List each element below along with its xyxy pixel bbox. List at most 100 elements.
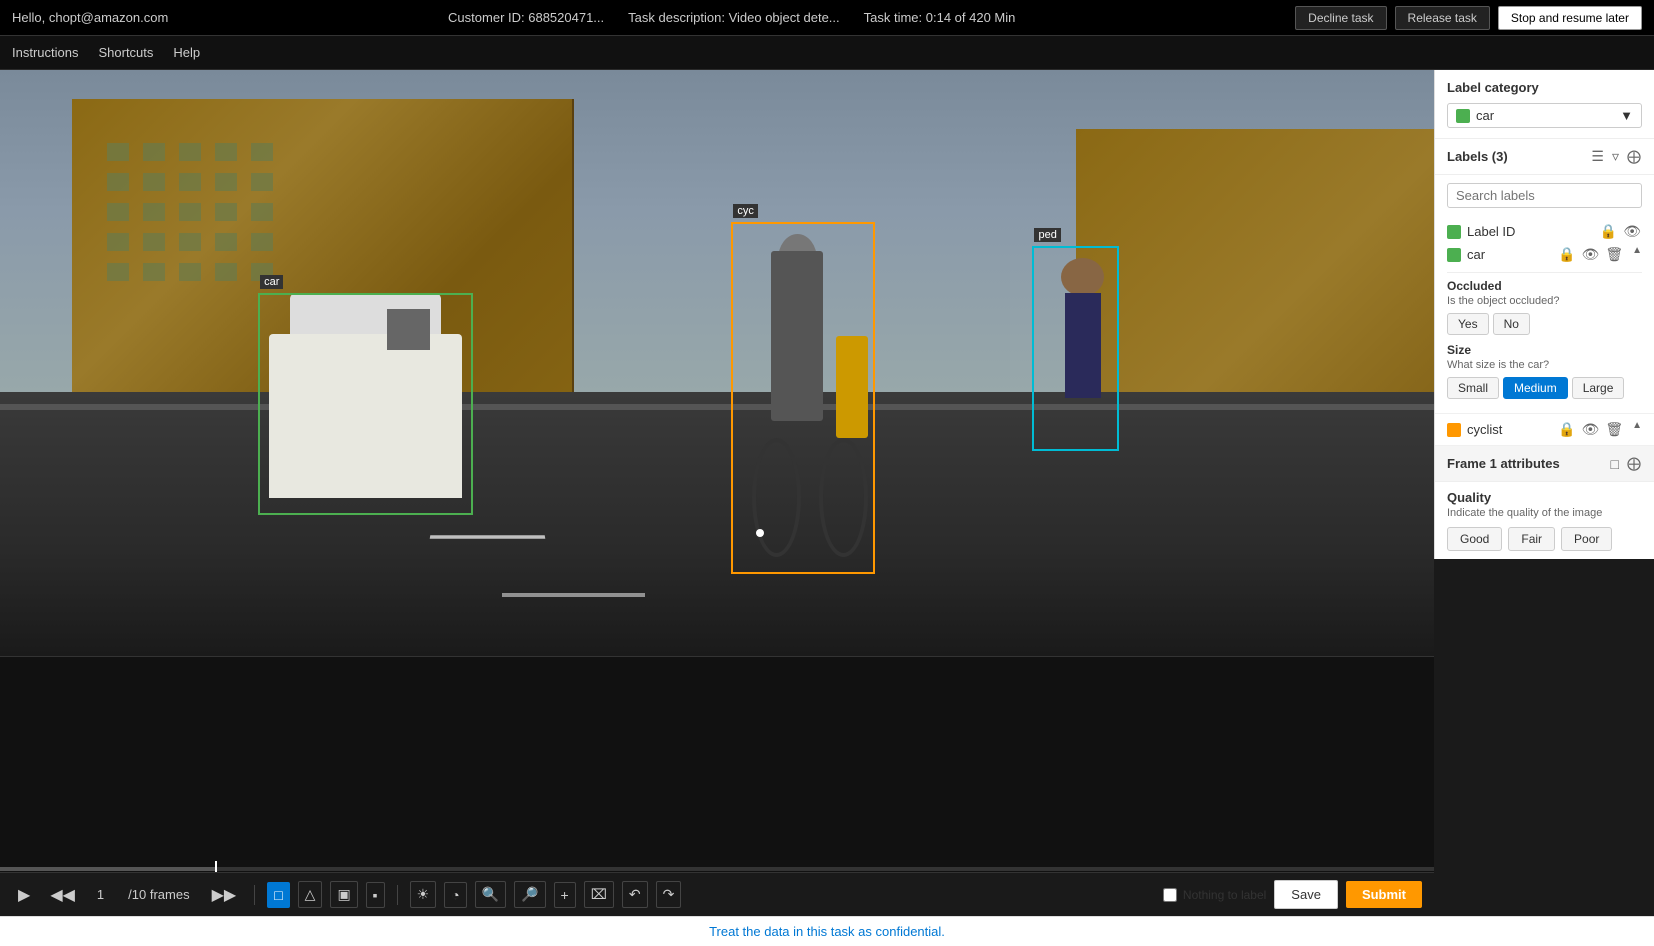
brightness-button[interactable]: ☀ xyxy=(410,881,437,908)
timeline-progress xyxy=(0,867,215,871)
labels-icons: ☰ ▿ ⨁ xyxy=(1590,147,1642,166)
label-car-row-actions: 🔒 👁 🗑 ▲ xyxy=(1557,245,1642,264)
car-expand-icon[interactable]: ▲ xyxy=(1632,245,1642,264)
quality-poor-button[interactable]: Poor xyxy=(1561,527,1612,551)
cyclist-lock-icon[interactable]: 🔒 xyxy=(1557,420,1576,439)
play-button[interactable]: ▶ xyxy=(12,883,36,907)
label-category-section: Label category car ▼ xyxy=(1435,70,1654,139)
confidential-message: Treat the data in this task as confident… xyxy=(709,924,945,939)
top-bar: Hello, chopt@amazon.com Customer ID: 688… xyxy=(0,0,1654,36)
task-time-text: Task time: 0:14 of 420 Min xyxy=(864,10,1016,25)
label-cyclist-actions: 🔒 👁 🗑 ▲ xyxy=(1557,420,1642,439)
contrast-button[interactable]: ◔ xyxy=(444,882,466,908)
nothing-to-label-checkbox[interactable] xyxy=(1163,888,1177,902)
playback-controls: ▶ ◀◀ 1 /10 frames ▶▶ □ △ ▣ ▪ ☀ ◔ 🔍 🔎 + ⌧… xyxy=(0,872,1434,916)
frame-attr-collapse-icon[interactable]: □ xyxy=(1610,454,1620,473)
redo-button[interactable]: ↷ xyxy=(656,881,682,908)
separator-1 xyxy=(254,885,255,905)
undo-button[interactable]: ↶ xyxy=(622,881,648,908)
submit-button[interactable]: Submit xyxy=(1346,881,1422,908)
size-question: What size is the car? xyxy=(1447,359,1642,371)
top-bar-center: Customer ID: 688520471... Task descripti… xyxy=(448,10,1015,25)
frame-total: /10 frames xyxy=(128,887,189,902)
prev-frame-button[interactable]: ◀◀ xyxy=(44,883,81,907)
label-car-hide-icon[interactable]: 👁 xyxy=(1622,222,1642,241)
labels-header: Labels (3) ☰ ▿ ⨁ xyxy=(1435,139,1654,175)
occluded-no-button[interactable]: No xyxy=(1493,313,1530,335)
cyclist-object xyxy=(746,234,875,574)
nothing-to-label-label[interactable]: Nothing to label xyxy=(1163,888,1266,902)
copy-tool-button[interactable]: ▣ xyxy=(330,881,357,908)
filter-icon[interactable]: ▿ xyxy=(1611,147,1620,166)
frame-attr-title: Frame 1 attributes xyxy=(1447,456,1560,471)
size-medium-button[interactable]: Medium xyxy=(1503,377,1568,399)
cyclist-eye-icon[interactable]: 👁 xyxy=(1581,420,1601,439)
fit-button[interactable]: + xyxy=(554,882,576,908)
car-attributes: Occluded Is the object occluded? Yes No … xyxy=(1447,272,1642,399)
car-lock-icon[interactable]: 🔒 xyxy=(1557,245,1576,264)
frame-attr-expand-icon[interactable]: ⨁ xyxy=(1626,454,1642,473)
quality-section: Quality Indicate the quality of the imag… xyxy=(1435,482,1654,559)
bottom-info-bar: Treat the data in this task as confident… xyxy=(0,916,1654,946)
label-car-lock-icon[interactable]: 🔒 xyxy=(1599,222,1618,241)
pedestrian-object xyxy=(1047,258,1119,434)
occluded-title: Occluded xyxy=(1447,279,1642,293)
label-category-title: Label category xyxy=(1447,80,1642,95)
labels-title: Labels (3) xyxy=(1447,149,1508,164)
size-large-button[interactable]: Large xyxy=(1572,377,1625,399)
scene: car cyc ped xyxy=(0,70,1434,656)
label-car-header: Label ID 🔒 👁 xyxy=(1447,222,1642,241)
car-eye-icon[interactable]: 👁 xyxy=(1581,245,1601,264)
right-panel-wrapper: Label category car ▼ Labels (3) ☰ ▿ ⨁ xyxy=(1434,70,1654,916)
expand-all-icon[interactable]: ⨁ xyxy=(1626,147,1642,166)
nav-help[interactable]: Help xyxy=(173,45,200,60)
zoom-in-button[interactable]: 🔍 xyxy=(475,881,506,908)
frame-attributes-header[interactable]: Frame 1 attributes □ ⨁ xyxy=(1435,446,1654,482)
category-name-text: car xyxy=(1476,108,1620,123)
point-tool-button[interactable]: ▪ xyxy=(366,882,385,908)
label-car-id-title: Label ID xyxy=(1467,224,1599,239)
quality-good-button[interactable]: Good xyxy=(1447,527,1502,551)
bbox-tool-button[interactable]: □ xyxy=(267,882,289,908)
top-bar-right: Decline task Release task Stop and resum… xyxy=(1295,6,1642,30)
occluded-yes-button[interactable]: Yes xyxy=(1447,313,1489,335)
chevron-down-icon: ▼ xyxy=(1620,108,1633,123)
label-car-actions: 🔒 👁 xyxy=(1599,222,1642,241)
main-layout: car cyc ped xyxy=(0,70,1654,916)
label-cyclist-name: cyclist xyxy=(1467,422,1557,437)
category-select-dropdown[interactable]: car ▼ xyxy=(1447,103,1642,128)
customer-id-text: Customer ID: 688520471... xyxy=(448,10,604,25)
release-task-button[interactable]: Release task xyxy=(1395,6,1490,30)
next-frame-button[interactable]: ▶▶ xyxy=(206,883,243,907)
label-car-dot xyxy=(1447,248,1461,262)
save-button[interactable]: Save xyxy=(1274,880,1338,909)
van-object xyxy=(258,293,473,498)
size-title: Size xyxy=(1447,343,1642,357)
zoom-out-button[interactable]: 🔎 xyxy=(514,881,545,908)
label-item-car: Label ID 🔒 👁 car 🔒 👁 🗑 ▲ xyxy=(1435,216,1654,414)
label-cyclist-header: cyclist 🔒 👁 🗑 ▲ xyxy=(1447,420,1642,439)
cyclist-expand-icon[interactable]: ▲ xyxy=(1632,420,1642,439)
filter-sort-icon[interactable]: ☰ xyxy=(1590,147,1605,166)
crop-button[interactable]: ⌧ xyxy=(584,881,614,908)
road-line-2 xyxy=(502,593,645,597)
size-small-button[interactable]: Small xyxy=(1447,377,1499,399)
car-delete-icon[interactable]: 🗑 xyxy=(1604,245,1624,264)
timeline-area[interactable]: ▶ ◀◀ 1 /10 frames ▶▶ □ △ ▣ ▪ ☀ ◔ 🔍 🔎 + ⌧… xyxy=(0,656,1434,916)
video-canvas[interactable]: car cyc ped xyxy=(0,70,1434,656)
nothing-to-label-text: Nothing to label xyxy=(1183,888,1266,902)
search-labels-input[interactable] xyxy=(1447,183,1642,208)
occluded-question: Is the object occluded? xyxy=(1447,295,1642,307)
label-cyclist-color xyxy=(1447,423,1461,437)
stop-resume-button[interactable]: Stop and resume later xyxy=(1498,6,1642,30)
decline-task-button[interactable]: Decline task xyxy=(1295,6,1386,30)
cyclist-delete-icon[interactable]: 🗑 xyxy=(1604,420,1624,439)
greeting-text: Hello, chopt@amazon.com xyxy=(12,10,168,25)
separator-2 xyxy=(397,885,398,905)
quality-fair-button[interactable]: Fair xyxy=(1508,527,1555,551)
right-sidebar: Label category car ▼ Labels (3) ☰ ▿ ⨁ xyxy=(1434,70,1654,559)
nav-shortcuts[interactable]: Shortcuts xyxy=(98,45,153,60)
polygon-tool-button[interactable]: △ xyxy=(298,881,323,908)
nav-instructions[interactable]: Instructions xyxy=(12,45,78,60)
label-car-row: car 🔒 👁 🗑 ▲ xyxy=(1447,245,1642,264)
